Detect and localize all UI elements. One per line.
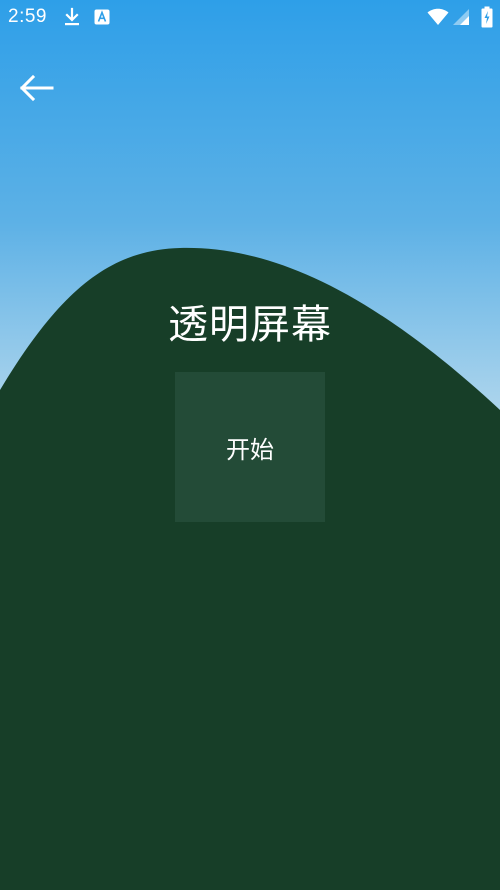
download-icon [62, 7, 82, 31]
wifi-icon [427, 8, 449, 30]
app-a-icon [94, 9, 110, 29]
page-title: 透明屏幕 [168, 302, 332, 348]
start-button[interactable]: 开始 [175, 372, 325, 522]
battery-charging-icon [481, 6, 493, 32]
start-button-label: 开始 [226, 435, 274, 464]
status-bar: 2:59 [0, 0, 500, 34]
signal-icon [452, 8, 470, 30]
back-button[interactable] [12, 68, 60, 112]
app-screen: 2:59 透明屏幕 开始 [0, 0, 500, 890]
status-time: 2:59 [8, 6, 47, 27]
arrow-left-icon [18, 74, 54, 106]
